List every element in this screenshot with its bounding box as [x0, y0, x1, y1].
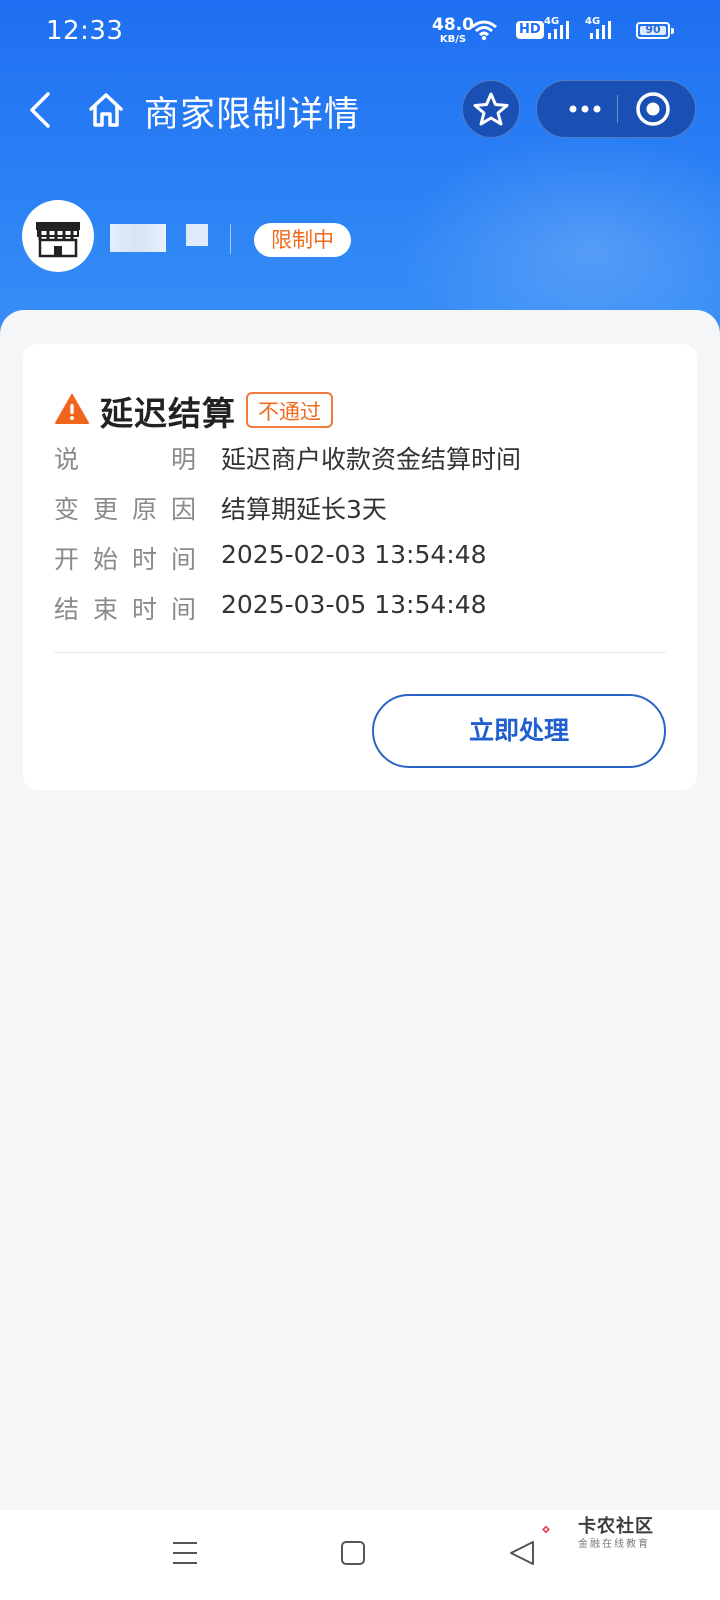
home-icon[interactable] — [86, 90, 126, 130]
home-nav-icon[interactable] — [340, 1540, 366, 1566]
detail-row-end-time: 结束时间 2025-03-05 13:54:48 — [54, 590, 674, 630]
detail-value: 2025-03-05 13:54:48 — [221, 590, 487, 619]
detail-label: 说明 — [54, 445, 196, 474]
detail-row-reason: 变更原因 结算期延长3天 — [54, 490, 674, 530]
restriction-status-badge: 限制中 — [254, 223, 351, 257]
menu-icon[interactable] — [172, 1540, 198, 1566]
merchant-avatar — [22, 200, 94, 272]
wifi-icon — [471, 20, 497, 41]
back-nav-icon[interactable] — [508, 1540, 536, 1566]
network-speed: 48.0 KB/S — [432, 17, 474, 45]
hd-icon: HD — [516, 21, 544, 39]
card-divider — [54, 652, 666, 653]
warning-icon — [55, 394, 89, 424]
detail-value: 结算期延长3天 — [221, 495, 387, 524]
favorite-button[interactable] — [462, 80, 520, 138]
capsule-divider — [617, 95, 618, 123]
miniapp-capsule — [536, 80, 696, 138]
network-speed-unit: KB/S — [439, 34, 467, 45]
store-icon — [36, 222, 80, 258]
detail-value: 延迟商户收款资金结算时间 — [221, 445, 522, 474]
detail-label: 开始时间 — [54, 545, 196, 574]
detail-value: 2025-02-03 13:54:48 — [221, 540, 487, 569]
status-bar: 12:33 48.0 KB/S HD 4G 4G 90 — [0, 0, 720, 62]
star-icon — [473, 92, 509, 126]
merchant-divider — [230, 224, 231, 254]
merchant-name-redacted — [110, 224, 166, 252]
detail-row-description: 说明 延迟商户收款资金结算时间 — [54, 440, 674, 480]
detail-label: 变更原因 — [54, 495, 196, 524]
handle-now-button[interactable]: 立即处理 — [372, 694, 666, 768]
more-icon[interactable] — [553, 81, 617, 137]
status-time: 12:33 — [46, 16, 124, 46]
battery-level: 90 — [645, 23, 661, 36]
network-speed-value: 48.0 — [432, 15, 474, 35]
merchant-name-redacted — [186, 224, 208, 246]
detail-label: 结束时间 — [54, 595, 196, 624]
detail-row-start-time: 开始时间 2025-02-03 13:54:48 — [54, 540, 674, 580]
restriction-title: 延迟结算 — [100, 394, 236, 433]
page-title: 商家限制详情 — [144, 95, 361, 135]
signal-icon — [548, 21, 569, 39]
watermark-subtext: 金融在线教育 — [578, 1539, 650, 1550]
back-icon[interactable] — [22, 90, 62, 130]
signal-icon — [590, 21, 611, 39]
watermark-logo-icon — [542, 1525, 550, 1534]
close-miniapp-icon[interactable] — [629, 81, 693, 137]
review-status-tag: 不通过 — [246, 392, 333, 428]
battery-icon: 90 — [636, 22, 674, 39]
